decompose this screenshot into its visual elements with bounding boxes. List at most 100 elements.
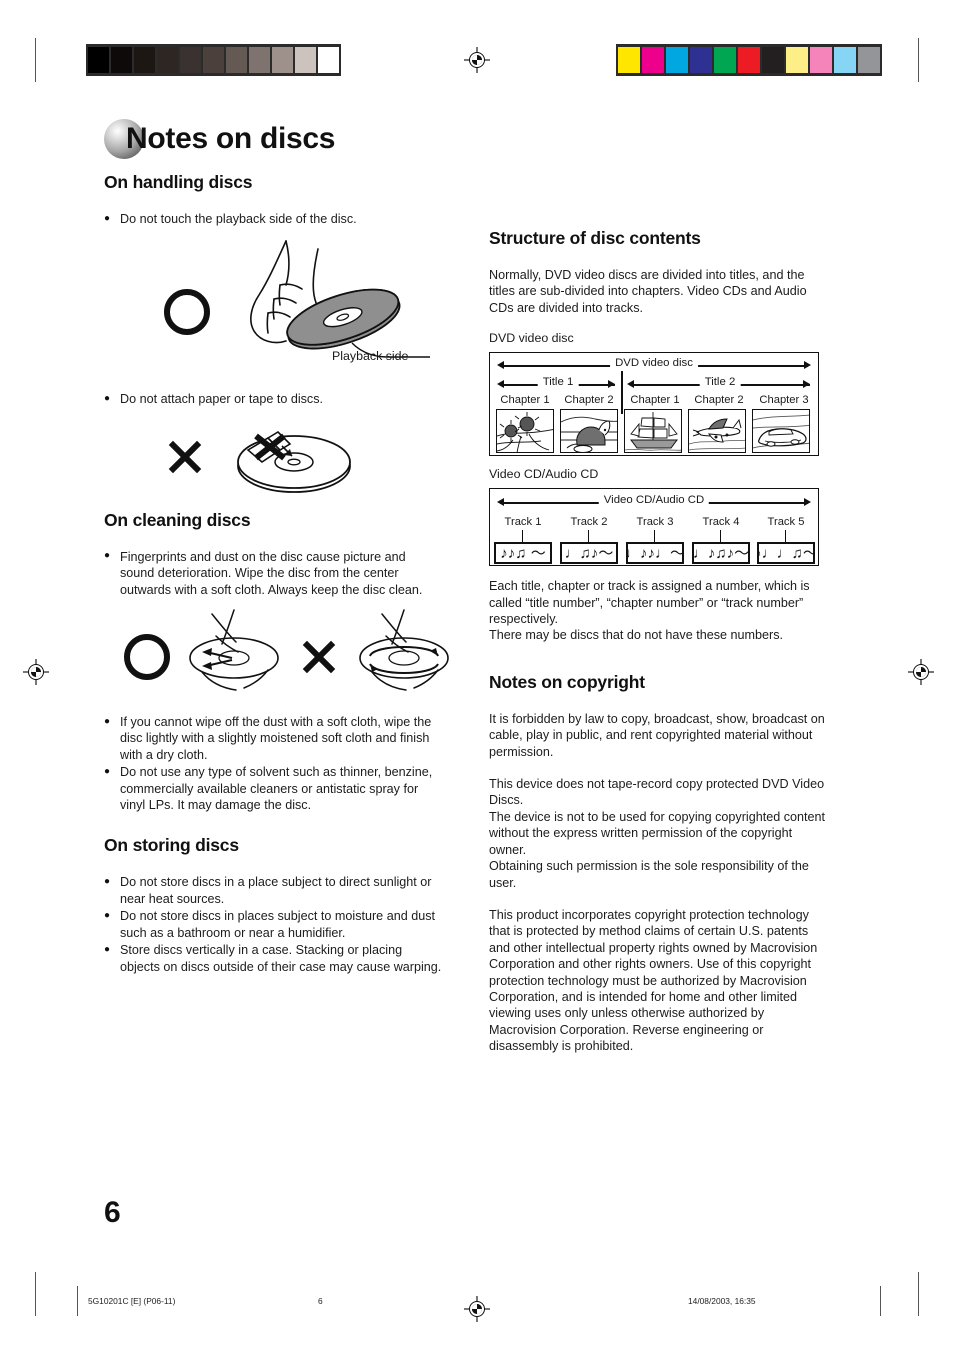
track-box-1: ♪♪♫ ～ (494, 542, 552, 565)
heading-structure-of-disc-contents: Structure of disc contents (489, 228, 701, 248)
color-swatch (642, 47, 664, 73)
heading-on-cleaning-discs: On cleaning discs (104, 509, 251, 530)
color-swatch (858, 47, 880, 73)
figure-handling-disc: Playback side (104, 237, 443, 377)
copyright-paragraph-1: It is forbidden by law to copy, broadcas… (489, 711, 825, 759)
cd-diagram-caption: Video CD/Audio CD (489, 467, 599, 482)
page-title: Notes on discs (104, 119, 828, 159)
track-label-1: Track 1 (504, 516, 542, 529)
color-swatch (786, 47, 808, 73)
cleaning-bullets-rest: If you cannot wipe off the dust with a s… (104, 714, 443, 813)
crop-mark-bottom-right-v (918, 1272, 919, 1316)
grayscale-swatch (249, 47, 270, 73)
track-box-5: ♪♩♩♫～ (757, 542, 815, 565)
color-swatch (618, 47, 640, 73)
list-item: If you cannot wipe off the dust with a s… (104, 714, 443, 763)
list-item: Do not store discs in places subject to … (104, 908, 443, 941)
structure-intro-paragraph: Normally, DVD video discs are divided in… (489, 268, 807, 315)
grayscale-swatch (134, 47, 155, 73)
cd-structure-diagram: Video CD/Audio CD Track 1 Track 2 Track … (489, 488, 819, 567)
color-swatch (810, 47, 832, 73)
page-number: 6 (104, 1196, 121, 1229)
registration-crosshair-icon-right (908, 659, 934, 685)
crop-mark-footer-right-v (880, 1286, 881, 1316)
x-cross-icon (162, 434, 208, 480)
dvd-structure-diagram: DVD video disc Title 1 Title 2 Chapter 1… (489, 352, 819, 457)
thumbnail-cat (560, 409, 618, 454)
title-span-row: Title 1 Title 2 (490, 375, 818, 393)
grayscale-swatch (272, 47, 293, 73)
track-box-3: ♩♪♪♩～ (626, 542, 684, 565)
heading-on-storing-discs: On storing discs (104, 835, 239, 856)
copyright-paragraph-2: This device does not tape-record copy pr… (489, 777, 826, 890)
list-item: Do not attach paper or tape to discs. (104, 391, 443, 408)
ok-circle-icon (164, 289, 210, 336)
color-calibration-strip (616, 44, 882, 76)
grayscale-calibration-strip (86, 44, 341, 76)
disc-with-tape-attached-illustration (237, 430, 351, 493)
track-stem-4 (720, 530, 722, 543)
print-footer: 5G10201C [E] (P06-11) 6 14/08/2003, 16:3… (88, 1296, 878, 1306)
grayscale-swatch (111, 47, 132, 73)
track-stem-2 (588, 530, 590, 543)
track-box-4: ♩♪♫♪～ (692, 542, 750, 565)
hand-wiping-disc-circularly-illustration (359, 609, 449, 691)
track-label-5: Track 5 (767, 516, 805, 529)
track-box-2: ♩♫♪～ (560, 542, 618, 565)
cd-span-row: Video CD/Audio CD (490, 493, 818, 511)
footer-timestamp: 14/08/2003, 16:35 (688, 1296, 756, 1306)
footer-file-code: 5G10201C [E] (P06-11) (88, 1296, 176, 1306)
grayscale-swatch (180, 47, 201, 73)
grayscale-swatch (157, 47, 178, 73)
figure-no-tape-on-disc (104, 418, 443, 496)
title-divider (621, 371, 623, 415)
chapter-label-t2-c1: Chapter 1 (630, 394, 680, 407)
color-swatch (762, 47, 784, 73)
chapter-label-t1-c1: Chapter 1 (500, 394, 550, 407)
grayscale-swatch (295, 47, 316, 73)
color-swatch (834, 47, 856, 73)
color-swatch (714, 47, 736, 73)
page-content: Notes on discs On handling discs Do not … (104, 119, 828, 1067)
handling-bullets-second: Do not attach paper or tape to discs. (104, 391, 443, 408)
thumbnail-sunflower (496, 409, 554, 454)
heading-notes-on-copyright: Notes on copyright (489, 671, 645, 692)
thumbnail-car (752, 409, 810, 454)
structure-note-paragraph: Each title, chapter or track is assigned… (489, 579, 810, 627)
thumbnail-airplane (688, 409, 746, 454)
x-cross-icon (296, 634, 342, 680)
grayscale-swatch (88, 47, 109, 73)
two-column-layout: On handling discs Do not touch the playb… (104, 172, 828, 1067)
color-swatch (690, 47, 712, 73)
registration-crosshair-icon-top (464, 47, 490, 73)
structure-note-paragraph-2: There may be discs that do not have thes… (489, 628, 784, 643)
footer-page-number: 6 (318, 1296, 323, 1306)
grayscale-swatch (318, 47, 339, 73)
list-item: Do not store discs in a place subject to… (104, 874, 443, 907)
cd-span-label: Video CD/Audio CD (598, 493, 710, 509)
document-page: Notes on discs On handling discs Do not … (0, 0, 954, 1351)
grayscale-swatch (226, 47, 247, 73)
crop-mark-top-right-v (918, 38, 919, 82)
list-item: Do not touch the playback side of the di… (104, 210, 443, 227)
chapter-label-t2-c3: Chapter 3 (759, 394, 809, 407)
dvd-diagram-caption: DVD video disc (489, 331, 574, 346)
dvd-span-label: DVD video disc (610, 356, 698, 372)
chapter-label-t1-c2: Chapter 2 (564, 394, 614, 407)
title-2-label: Title 2 (699, 375, 741, 391)
chapter-label-t2-c2: Chapter 2 (694, 394, 744, 407)
right-column: Structure of disc contents Normally, DVD… (489, 172, 828, 1067)
track-stem-5 (785, 530, 787, 543)
track-stem-3 (654, 530, 656, 543)
cleaning-bullets-first: Fingerprints and dust on the disc cause … (104, 548, 443, 598)
color-swatch (738, 47, 760, 73)
crop-mark-top-left-v (35, 38, 36, 82)
list-item: Do not use any type of solvent such as t… (104, 764, 443, 813)
grayscale-swatch (203, 47, 224, 73)
color-swatch (666, 47, 688, 73)
track-label-2: Track 2 (570, 516, 608, 529)
dvd-span-row: DVD video disc (490, 356, 818, 374)
list-item: Fingerprints and dust on the disc cause … (104, 548, 443, 598)
title-1-label: Title 1 (537, 375, 579, 391)
storing-bullets: Do not store discs in a place subject to… (104, 874, 443, 974)
